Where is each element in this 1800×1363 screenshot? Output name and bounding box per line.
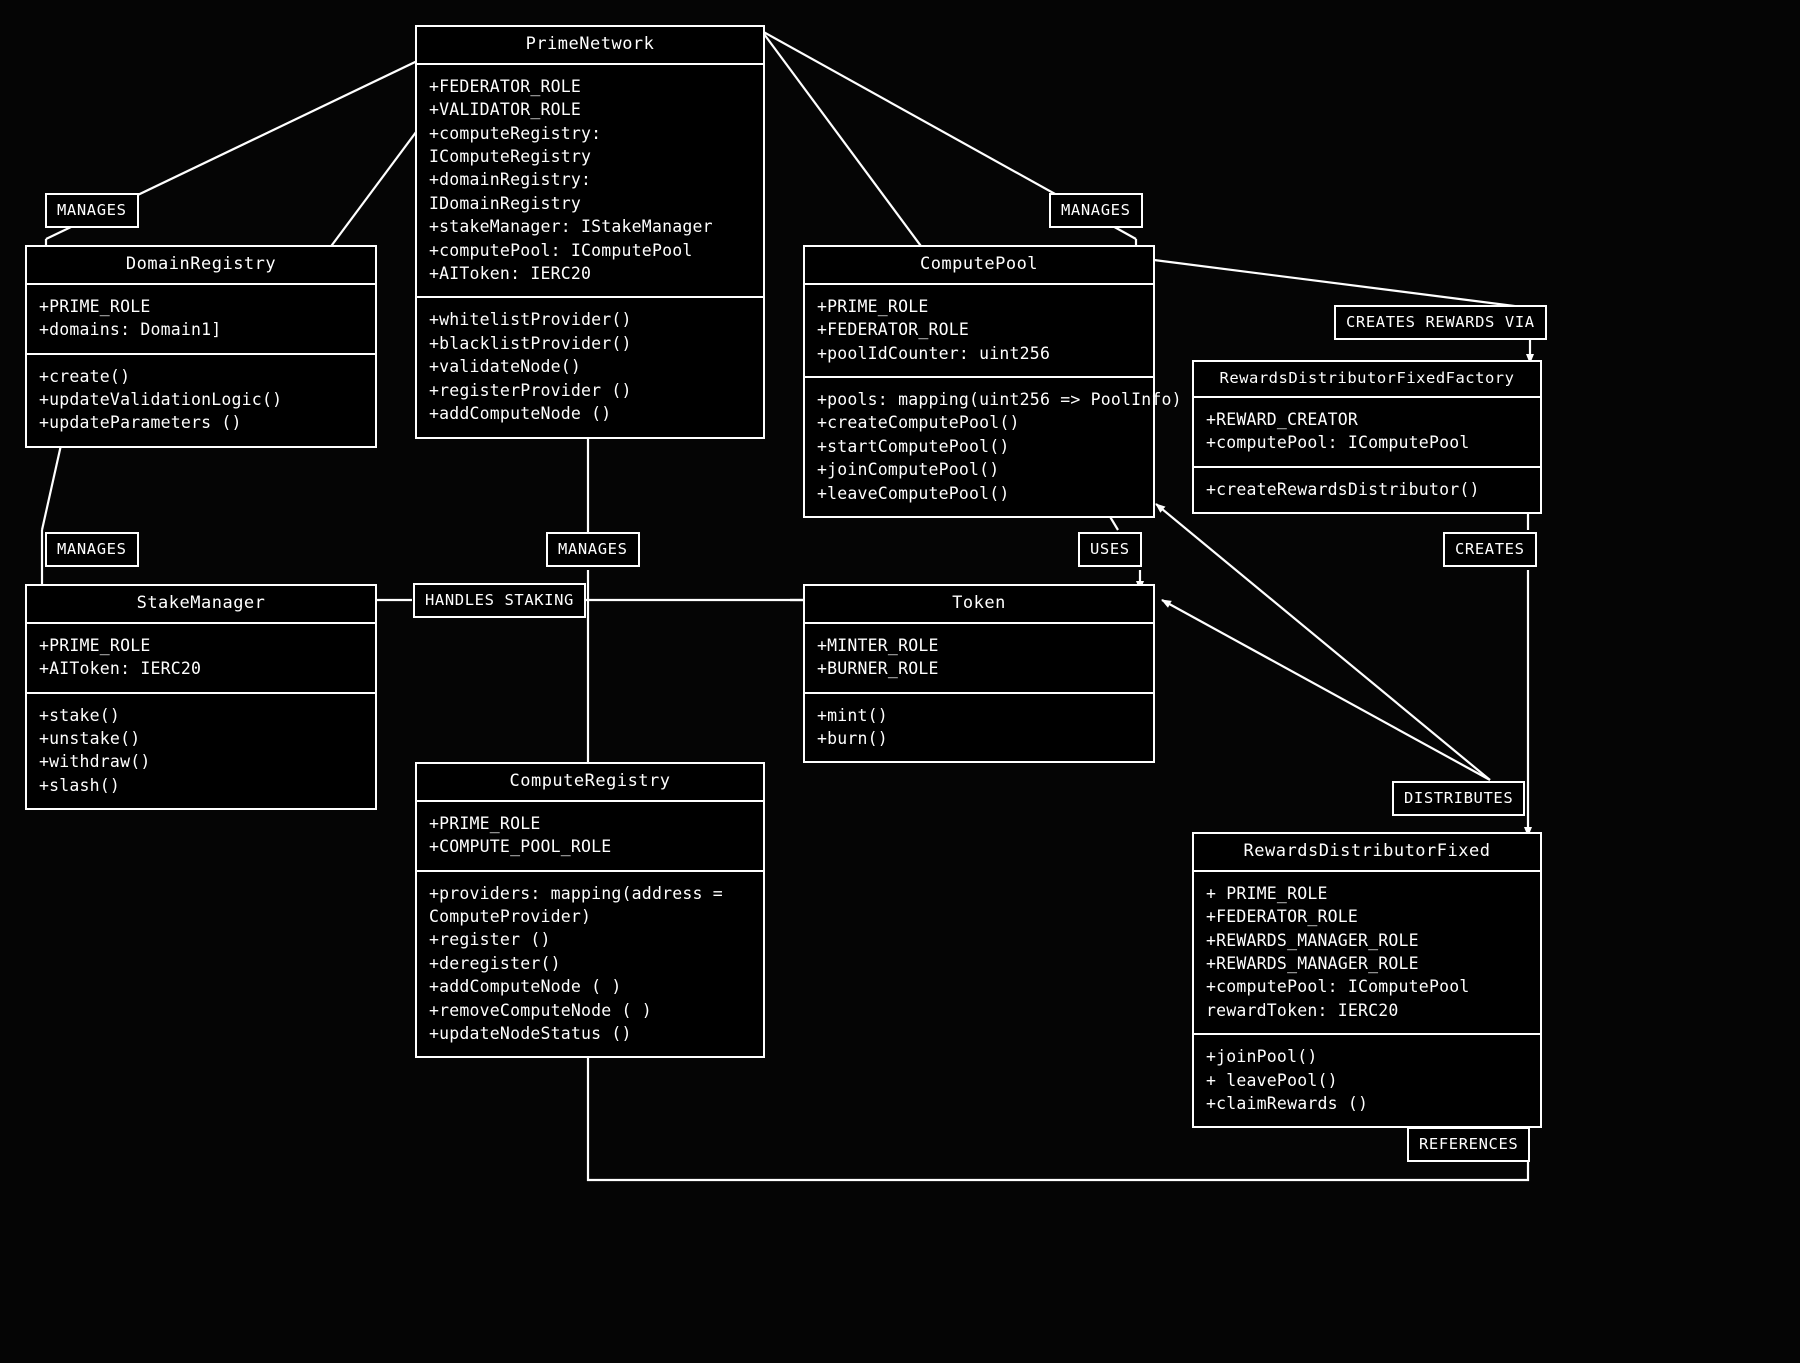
edge-label-creates[interactable]: CREATES bbox=[1443, 532, 1537, 567]
class-box-rewards-distributor-fixed-factory[interactable]: RewardsDistributorFixedFactory +REWARD_C… bbox=[1192, 360, 1542, 515]
class-attributes-rewards-distributor-fixed-factory: +REWARD_CREATOR +computePool: IComputePo… bbox=[1194, 398, 1540, 468]
class-methods-rewards-distributor-fixed-factory: +createRewardsDistributor() bbox=[1194, 467, 1540, 513]
method-line: +updateValidationLogic() bbox=[39, 389, 283, 409]
method-line: +updateParameters () bbox=[39, 413, 242, 433]
class-attributes-prime-network: +FEDERATOR_ROLE +VALIDATOR_ROLE +compute… bbox=[417, 64, 763, 299]
edge-label-distributes[interactable]: DISTRIBUTES bbox=[1392, 781, 1526, 816]
class-box-prime-network[interactable]: PrimeNetwork +FEDERATOR_ROLE +VALIDATOR_… bbox=[415, 25, 765, 439]
edge-label-references[interactable]: REFERENCES bbox=[1407, 1127, 1531, 1162]
method-line: +updateNodeStatus () bbox=[429, 1024, 632, 1044]
class-box-compute-pool[interactable]: ComputePool +PRIME_ROLE +FEDERATOR_ROLE … bbox=[803, 245, 1182, 519]
attribute-line: +VALIDATOR_ROLE bbox=[429, 100, 582, 120]
method-line: +createRewardsDistributor() bbox=[1206, 479, 1480, 499]
edge-label-manages-compute-pool[interactable]: MANAGES bbox=[1049, 193, 1143, 228]
class-title-token: Token bbox=[805, 586, 1153, 624]
class-title-domain-registry: DomainRegistry bbox=[27, 247, 375, 285]
method-line: +create() bbox=[39, 366, 131, 386]
edge-label-manages-stake-manager[interactable]: MANAGES bbox=[45, 532, 139, 567]
method-line: +joinComputePool() bbox=[817, 460, 1000, 480]
method-line: +leaveComputePool() bbox=[817, 483, 1010, 503]
attribute-line: +MINTER_ROLE bbox=[817, 635, 939, 655]
method-line: +registerProvider () bbox=[429, 380, 632, 400]
attribute-line: +PRIME_ROLE bbox=[817, 296, 929, 316]
class-box-rewards-distributor-fixed[interactable]: RewardsDistributorFixed + PRIME_ROLE +FE… bbox=[1192, 832, 1542, 1129]
attribute-line: +BURNER_ROLE bbox=[817, 659, 939, 679]
method-line: +removeComputeNode ( ) bbox=[429, 1000, 652, 1020]
class-attributes-token: +MINTER_ROLE +BURNER_ROLE bbox=[805, 623, 1153, 694]
method-line: +slash() bbox=[39, 775, 121, 795]
edge-label-creates-rewards-via[interactable]: CREATES REWARDS VIA bbox=[1334, 305, 1547, 340]
method-line: +unstake() bbox=[39, 728, 141, 748]
attribute-line: +computePool: IComputePool bbox=[1206, 977, 1470, 997]
attribute-line: +stakeManager: IStakeManager bbox=[429, 217, 713, 237]
class-title-compute-registry: ComputeRegistry bbox=[417, 764, 763, 802]
class-box-domain-registry[interactable]: DomainRegistry +PRIME_ROLE +domains: Dom… bbox=[25, 245, 377, 448]
class-title-stake-manager: StakeManager bbox=[27, 586, 375, 624]
attribute-line: +domainRegistry: IDomainRegistry bbox=[429, 170, 602, 213]
method-line: +mint() bbox=[817, 705, 888, 725]
class-attributes-compute-pool: +PRIME_ROLE +FEDERATOR_ROLE +poolIdCount… bbox=[805, 284, 1153, 378]
class-box-stake-manager[interactable]: StakeManager +PRIME_ROLE +AIToken: IERC2… bbox=[25, 584, 377, 811]
method-line: +createComputePool() bbox=[817, 413, 1020, 433]
class-attributes-stake-manager: +PRIME_ROLE +AIToken: IERC20 bbox=[27, 623, 375, 694]
attribute-line: + PRIME_ROLE bbox=[1206, 883, 1328, 903]
method-line: +stake() bbox=[39, 705, 121, 725]
method-line: +pools: mapping(uint256 => PoolInfo) bbox=[817, 389, 1182, 409]
attribute-line: +REWARDS_MANAGER_ROLE bbox=[1206, 930, 1419, 950]
method-line: +validateNode() bbox=[429, 357, 582, 377]
attribute-line: +FEDERATOR_ROLE bbox=[429, 76, 582, 96]
method-line: + leavePool() bbox=[1206, 1070, 1338, 1090]
class-title-rewards-distributor-fixed: RewardsDistributorFixed bbox=[1194, 834, 1540, 872]
method-line: +burn() bbox=[817, 728, 888, 748]
attribute-line: +computeRegistry: IComputeRegistry bbox=[429, 123, 612, 166]
class-title-compute-pool: ComputePool bbox=[805, 247, 1153, 285]
edge-label-manages-domain-registry[interactable]: MANAGES bbox=[45, 193, 139, 228]
attribute-line: +computePool: IComputePool bbox=[429, 240, 693, 260]
class-attributes-rewards-distributor-fixed: + PRIME_ROLE +FEDERATOR_ROLE +REWARDS_MA… bbox=[1194, 871, 1540, 1036]
method-line: +whitelistProvider() bbox=[429, 310, 632, 330]
edge-label-handles-staking[interactable]: HANDLES STAKING bbox=[413, 583, 586, 618]
attribute-line: +FEDERATOR_ROLE bbox=[817, 320, 970, 340]
attribute-line: +FEDERATOR_ROLE bbox=[1206, 907, 1359, 927]
class-methods-token: +mint() +burn() bbox=[805, 693, 1153, 762]
attribute-line: +REWARDS_MANAGER_ROLE bbox=[1206, 953, 1419, 973]
attribute-line: +computePool: IComputePool bbox=[1206, 433, 1470, 453]
uml-class-diagram-canvas: PrimeNetwork +FEDERATOR_ROLE +VALIDATOR_… bbox=[0, 0, 1800, 1363]
attribute-line: +poolIdCounter: uint256 bbox=[817, 343, 1051, 363]
attribute-line: +domains: Domain1] bbox=[39, 320, 222, 340]
method-line: +deregister() bbox=[429, 953, 561, 973]
class-methods-stake-manager: +stake() +unstake() +withdraw() +slash() bbox=[27, 693, 375, 809]
class-methods-domain-registry: +create() +updateValidationLogic() +upda… bbox=[27, 354, 375, 446]
class-methods-prime-network: +whitelistProvider() +blacklistProvider(… bbox=[417, 298, 763, 437]
class-attributes-compute-registry: +PRIME_ROLE +COMPUTE_POOL_ROLE bbox=[417, 801, 763, 872]
attribute-line: +AIToken: IERC20 bbox=[39, 659, 202, 679]
method-line: +blacklistProvider() bbox=[429, 333, 632, 353]
attribute-line: +COMPUTE_POOL_ROLE bbox=[429, 837, 612, 857]
method-line: +claimRewards () bbox=[1206, 1094, 1369, 1114]
method-line: +addComputeNode ( ) bbox=[429, 977, 622, 997]
attribute-line: rewardToken: IERC20 bbox=[1206, 1000, 1399, 1020]
class-methods-compute-pool: +pools: mapping(uint256 => PoolInfo) +cr… bbox=[805, 377, 1182, 517]
attribute-line: +PRIME_ROLE bbox=[39, 296, 151, 316]
class-attributes-domain-registry: +PRIME_ROLE +domains: Domain1] bbox=[27, 284, 375, 355]
class-title-prime-network: PrimeNetwork bbox=[417, 27, 763, 65]
attribute-line: +AIToken: IERC20 bbox=[429, 264, 592, 284]
method-line: +addComputeNode () bbox=[429, 404, 612, 424]
attribute-line: +REWARD_CREATOR bbox=[1206, 410, 1359, 430]
class-box-compute-registry[interactable]: ComputeRegistry +PRIME_ROLE +COMPUTE_POO… bbox=[415, 762, 765, 1059]
method-line: +startComputePool() bbox=[817, 436, 1010, 456]
class-methods-rewards-distributor-fixed: +joinPool() + leavePool() +claimRewards … bbox=[1194, 1035, 1540, 1127]
edge-label-uses-token[interactable]: USES bbox=[1078, 532, 1142, 567]
edge-label-manages-compute-registry[interactable]: MANAGES bbox=[546, 532, 640, 567]
class-title-rewards-distributor-fixed-factory: RewardsDistributorFixedFactory bbox=[1194, 362, 1540, 399]
class-methods-compute-registry: +providers: mapping(address = ComputePro… bbox=[417, 871, 763, 1057]
method-line: +providers: mapping(address = ComputePro… bbox=[429, 883, 734, 926]
attribute-line: +PRIME_ROLE bbox=[39, 635, 151, 655]
method-line: +joinPool() bbox=[1206, 1047, 1318, 1067]
class-box-token[interactable]: Token +MINTER_ROLE +BURNER_ROLE +mint() … bbox=[803, 584, 1155, 764]
attribute-line: +PRIME_ROLE bbox=[429, 813, 541, 833]
method-line: +register () bbox=[429, 930, 551, 950]
method-line: +withdraw() bbox=[39, 752, 151, 772]
